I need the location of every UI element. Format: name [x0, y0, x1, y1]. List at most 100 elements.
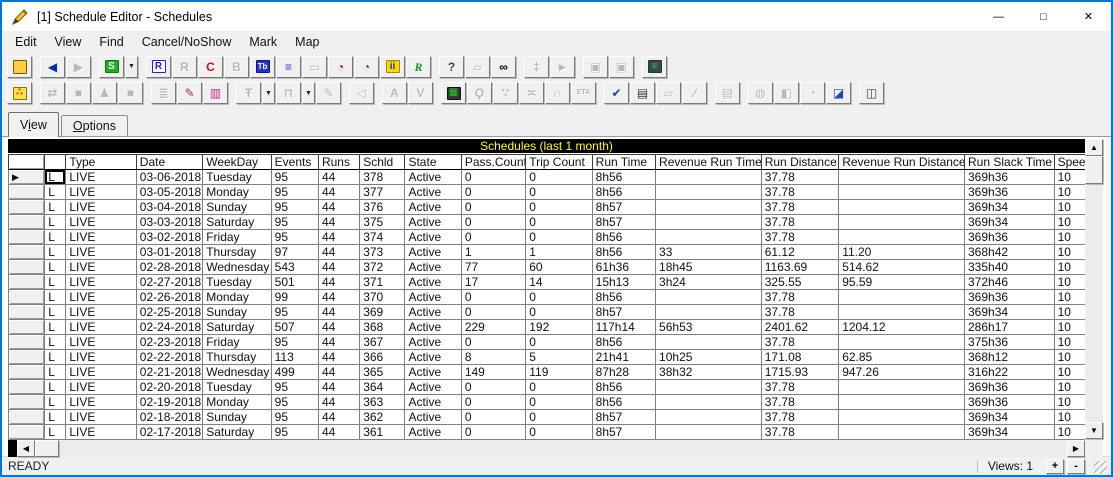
grid-cell[interactable]: 8h57: [591, 214, 657, 230]
grid-cell[interactable]: 44: [317, 229, 361, 245]
grid-cell[interactable]: L: [44, 169, 67, 185]
help-button[interactable]: ?: [439, 55, 464, 78]
grid-cell[interactable]: Thursday: [202, 244, 272, 260]
grid-cell[interactable]: Tuesday: [202, 169, 272, 185]
grid-cell[interactable]: 38h32: [655, 364, 762, 380]
grid-cell[interactable]: Active: [404, 364, 462, 380]
grid-cell[interactable]: Active: [404, 229, 462, 245]
grid-cell[interactable]: Active: [404, 214, 462, 230]
grid-cell[interactable]: 44: [317, 169, 361, 185]
grid-cell[interactable]: 0: [525, 184, 593, 200]
grid-cell[interactable]: 61h36: [591, 259, 657, 275]
maximize-button[interactable]: □: [1021, 2, 1066, 31]
column-header-revenue-run-distance[interactable]: Revenue Run Distance: [838, 154, 965, 170]
grid-cell[interactable]: L: [44, 229, 67, 245]
grid-cell[interactable]: Wednesday: [202, 364, 272, 380]
grid-cell[interactable]: [655, 409, 762, 425]
grid-cell[interactable]: 95.59: [838, 274, 965, 290]
grid-cell[interactable]: 37.78: [760, 409, 840, 425]
row-selector[interactable]: [8, 394, 46, 410]
grid-cell[interactable]: 44: [317, 349, 361, 365]
grid-cell[interactable]: [655, 304, 762, 320]
grid-cell[interactable]: 367: [359, 334, 406, 350]
grid-cell[interactable]: 0: [460, 424, 527, 440]
grid-cell[interactable]: 10: [1053, 274, 1085, 290]
grid-cell[interactable]: [838, 199, 965, 215]
grid-cell[interactable]: 95: [270, 409, 319, 425]
grid-cell[interactable]: LIVE: [65, 319, 137, 335]
row-selector[interactable]: [8, 214, 46, 230]
grid-cell[interactable]: 1163.69: [760, 259, 840, 275]
grid-cell[interactable]: Active: [404, 334, 462, 350]
grid-cell[interactable]: 369h36: [964, 169, 1055, 185]
grid-cell[interactable]: LIVE: [65, 274, 137, 290]
row-selector[interactable]: [8, 334, 46, 350]
dock-layout-dropdown-button[interactable]: ▼: [302, 82, 315, 104]
grid-cell[interactable]: 03-04-2018: [135, 199, 204, 215]
add-view-button[interactable]: +: [1046, 458, 1064, 474]
waste-bucket-button[interactable]: ∴: [7, 82, 32, 104]
grid-cell[interactable]: 149: [460, 364, 527, 380]
grid-cell[interactable]: Monday: [202, 184, 272, 200]
radio-console-button[interactable]: ≡: [642, 55, 667, 78]
grid-cell[interactable]: 37.78: [760, 214, 840, 230]
column-header-events[interactable]: Events: [270, 154, 319, 170]
grid-cell[interactable]: 37.78: [760, 184, 840, 200]
grid-cell[interactable]: 02-27-2018: [135, 274, 204, 290]
grid-cell[interactable]: 361: [359, 424, 406, 440]
column-header-weekday[interactable]: WeekDay: [202, 154, 272, 170]
grid-cell[interactable]: 369h36: [964, 379, 1055, 395]
grid-cell[interactable]: 501: [270, 274, 319, 290]
grid-cell[interactable]: LIVE: [65, 349, 137, 365]
grid-cell[interactable]: 369h36: [964, 289, 1055, 305]
grid-cell[interactable]: Active: [404, 394, 462, 410]
grid-cell[interactable]: 119: [525, 364, 593, 380]
row-selector[interactable]: [8, 424, 46, 440]
column-header-pass-count[interactable]: Pass.Count: [460, 154, 527, 170]
grid-cell[interactable]: 37.78: [760, 334, 840, 350]
grid-cell[interactable]: 10: [1053, 289, 1085, 305]
grid-cell[interactable]: 60: [525, 259, 593, 275]
grid-cell[interactable]: 377: [359, 184, 406, 200]
row-selector[interactable]: [8, 364, 46, 380]
vertical-scroll-thumb[interactable]: [1085, 156, 1103, 184]
grid-cell[interactable]: 95: [270, 424, 319, 440]
grid-cell[interactable]: 365: [359, 364, 406, 380]
grid-cell[interactable]: LIVE: [65, 184, 137, 200]
grid-cell[interactable]: 99: [270, 289, 319, 305]
grid-cell[interactable]: 362: [359, 409, 406, 425]
grid-cell[interactable]: 1: [525, 244, 593, 260]
script-r-button[interactable]: R: [406, 55, 431, 78]
grid-cell[interactable]: 372h46: [964, 274, 1055, 290]
graph-monitor-button[interactable]: ◪: [826, 82, 851, 104]
grid-cell[interactable]: Thursday: [202, 349, 272, 365]
grid-cell[interactable]: 44: [317, 184, 361, 200]
grid-cell[interactable]: [838, 409, 965, 425]
grid-cell[interactable]: 02-17-2018: [135, 424, 204, 440]
remove-view-button[interactable]: -: [1067, 458, 1085, 474]
grid-cell[interactable]: 95: [270, 214, 319, 230]
grid-cell[interactable]: 117h14: [591, 319, 657, 335]
row-selector[interactable]: [8, 199, 46, 215]
grid-cell[interactable]: LIVE: [65, 394, 137, 410]
grid-cell[interactable]: 171.08: [760, 349, 840, 365]
grid-cell[interactable]: 10: [1053, 394, 1085, 410]
grid-cell[interactable]: 368: [359, 319, 406, 335]
grid-cell[interactable]: L: [44, 379, 67, 395]
grid-cell[interactable]: 18h45: [655, 259, 762, 275]
column-header-state[interactable]: State: [404, 154, 462, 170]
grid-cell[interactable]: 369h36: [964, 184, 1055, 200]
grid-cell[interactable]: 335h40: [964, 259, 1055, 275]
grid-cell[interactable]: 37.78: [760, 199, 840, 215]
grid-cell[interactable]: 14: [525, 274, 593, 290]
minimize-button[interactable]: —: [976, 2, 1021, 31]
grid-cell[interactable]: Saturday: [202, 319, 272, 335]
grid-cell[interactable]: 364: [359, 379, 406, 395]
grid-cell[interactable]: 8h56: [591, 334, 657, 350]
grid-cell[interactable]: 37.78: [760, 229, 840, 245]
grid-cell[interactable]: [838, 424, 965, 440]
grid-cell[interactable]: 316h22: [964, 364, 1055, 380]
book-button[interactable]: ◫: [859, 82, 884, 104]
grid-cell[interactable]: [655, 334, 762, 350]
grid-cell[interactable]: Sunday: [202, 409, 272, 425]
